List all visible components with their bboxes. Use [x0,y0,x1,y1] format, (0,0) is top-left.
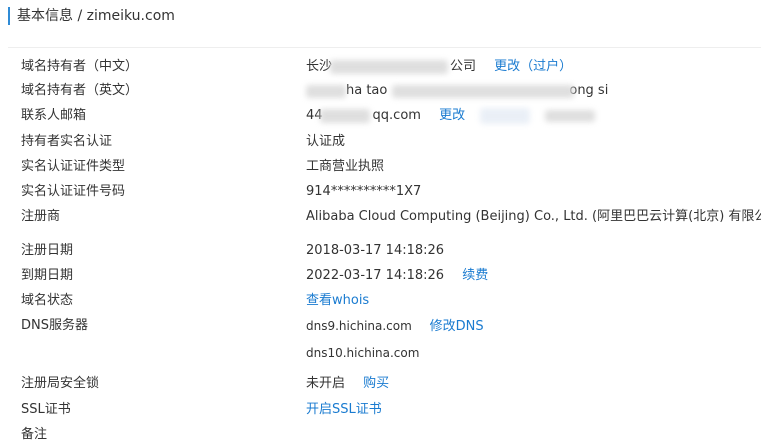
renew-link[interactable]: 续费 [462,268,488,283]
view-whois-link[interactable]: 查看whois [306,293,369,308]
header-divider [8,47,761,48]
change-email-link[interactable]: 更改 [439,108,465,123]
row-registrar: 注册商 Alibaba Cloud Computing (Beijing) Co… [0,206,761,228]
row-verify: 持有者实名认证 认证成 [0,131,761,153]
lock-label: 注册局安全锁 [21,376,100,391]
dns-value: dns9.hichina.com 修改DNS [306,315,484,338]
ssl-value: 开启SSL证书 [306,399,382,421]
buy-lock-link[interactable]: 购买 [363,376,389,391]
owner-cn-value-head: 长沙 [306,59,333,74]
owner-cn-value-tail: 公司 [450,59,477,74]
row-reg-date: 注册日期 2018-03-17 14:18:26 [0,240,761,262]
owner-en-value-tail: ong si [569,83,609,98]
status-value: 查看whois [306,290,369,312]
cert-type-label: 实名认证证件类型 [21,159,126,174]
registrar-value: Alibaba Cloud Computing (Beijing) Co., L… [306,209,761,224]
cert-no-label: 实名认证证件号码 [21,184,126,199]
email-value-tail: qq.com [372,108,421,123]
row-note: 备注 [0,424,761,446]
ssl-label: SSL证书 [21,402,71,417]
redaction-mask [545,110,595,122]
verify-value: 认证成 [306,134,346,149]
row-email: 联系人邮箱 44 qq.com 更改 [0,105,761,127]
header-accent-bar [8,7,10,25]
enable-ssl-link[interactable]: 开启SSL证书 [306,402,382,417]
dns-server-1: dns9.hichina.com [306,319,412,333]
row-owner-en: 域名持有者（英文） ha tao ong si [0,80,761,102]
redaction-mask [306,85,346,98]
note-label: 备注 [21,427,48,442]
lock-value: 未开启 购买 [306,373,389,395]
owner-en-value-mid: ha tao [346,83,388,98]
reg-date-label: 注册日期 [21,243,74,258]
dns-label: DNS服务器 [21,318,88,333]
redaction-mask [392,85,574,98]
redaction-mask [480,108,530,124]
status-label: 域名状态 [21,293,74,308]
redaction-mask [320,109,370,123]
redaction-mask [330,60,448,74]
page-header: 基本信息 / zimeiku.com [0,0,761,32]
registrar-label: 注册商 [21,209,61,224]
row-cert-no: 实名认证证件号码 914**********1X7 [0,181,761,203]
cert-type-value: 工商营业执照 [306,159,385,174]
row-dns: DNS服务器 dns9.hichina.com 修改DNS [0,315,761,337]
row-dns-2: dns10.hichina.com [0,342,761,364]
modify-dns-link[interactable]: 修改DNS [430,319,484,334]
owner-cn-label: 域名持有者（中文） [21,59,139,74]
owner-en-label: 域名持有者（英文） [21,83,139,98]
row-ssl: SSL证书 开启SSL证书 [0,399,761,421]
exp-date-text: 2022-03-17 14:18:26 [306,268,445,283]
lock-status-text: 未开启 [306,376,346,391]
row-exp-date: 到期日期 2022-03-17 14:18:26 续费 [0,265,761,287]
reg-date-value: 2018-03-17 14:18:26 [306,243,445,258]
exp-date-value: 2022-03-17 14:18:26 续费 [306,265,488,287]
verify-label: 持有者实名认证 [21,134,113,149]
exp-date-label: 到期日期 [21,268,74,283]
dns-server-2: dns10.hichina.com [306,346,420,360]
cert-no-value: 914**********1X7 [306,184,422,199]
row-owner-cn: 域名持有者（中文） 长沙 公司 更改（过户） [0,56,761,78]
row-status: 域名状态 查看whois [0,290,761,312]
transfer-owner-link[interactable]: 更改（过户） [494,59,572,74]
email-label: 联系人邮箱 [21,108,87,123]
page-title: 基本信息 / zimeiku.com [17,8,175,24]
row-lock: 注册局安全锁 未开启 购买 [0,373,761,395]
row-cert-type: 实名认证证件类型 工商营业执照 [0,156,761,178]
